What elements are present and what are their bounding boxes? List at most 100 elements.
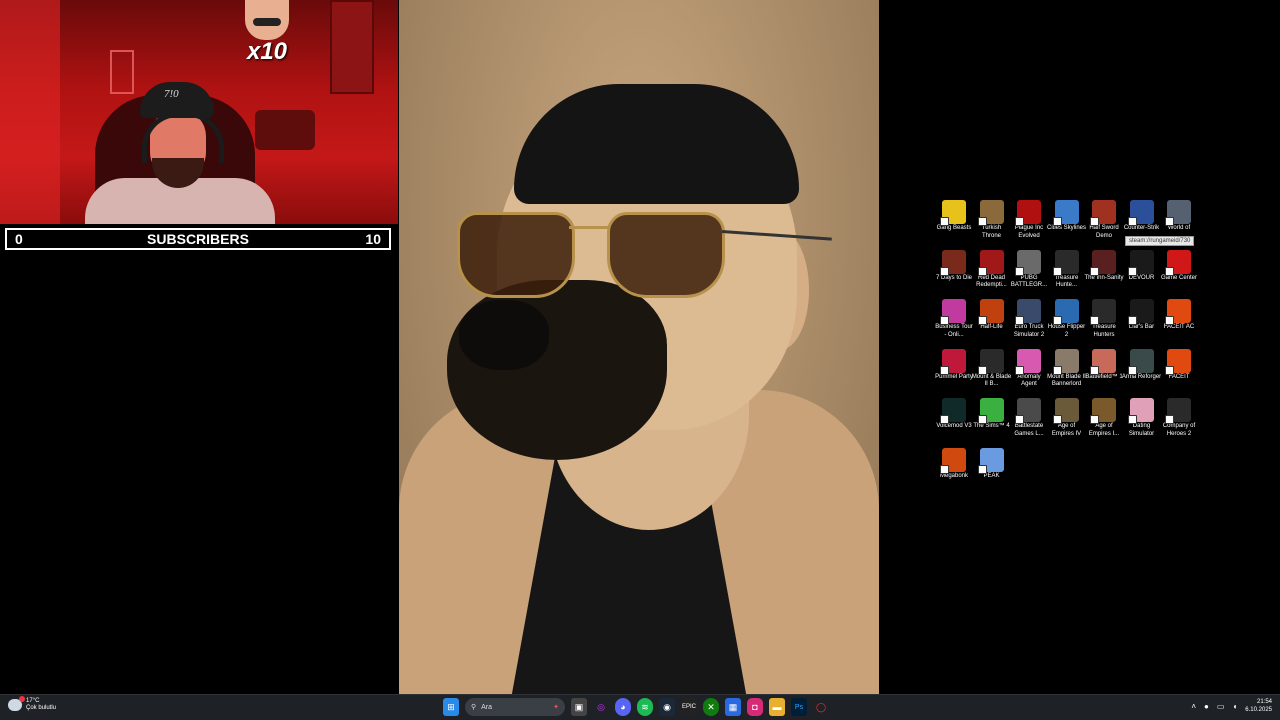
desktop-icon[interactable]: Half Sword Demo	[1084, 198, 1124, 240]
desktop-icon[interactable]: PUBG BATTLEGR...	[1009, 248, 1049, 290]
desktop-icon[interactable]: Turkish Throne	[972, 198, 1012, 240]
desktop-icon[interactable]: Megabonk	[934, 446, 974, 481]
desktop-icon[interactable]: Company of Heroes 2	[1159, 396, 1199, 438]
weather-temp: 17°C	[26, 698, 40, 704]
desktop-icon[interactable]: Business Tour - Onli...	[934, 297, 974, 339]
desktop-icon[interactable]: PEAK	[972, 446, 1012, 481]
spotify-icon[interactable]: ≋	[637, 698, 653, 716]
desktop-icon[interactable]: Euro Truck Simulator 2	[1009, 297, 1049, 339]
app-tile-icon	[1127, 299, 1154, 325]
steam-icon[interactable]: ◉	[659, 698, 675, 716]
desktop-icon-label: World of	[1167, 225, 1191, 231]
badge-text: x10	[246, 38, 288, 65]
app-tile-icon	[977, 299, 1004, 325]
sunglasses-icon	[457, 212, 832, 302]
desktop-icon[interactable]: Counter-Strik	[1122, 198, 1162, 233]
desktop-icon[interactable]: Mount & Blade II B...	[972, 347, 1012, 389]
desktop-icon[interactable]: Half-Life	[972, 297, 1012, 332]
desktop-icon-label: Arma Reforger	[1121, 373, 1162, 380]
clock[interactable]: 21:54 6.10.2025	[1245, 698, 1272, 714]
store-icon[interactable]: ▦	[725, 698, 741, 716]
photoshop-icon[interactable]: Ps	[791, 698, 807, 716]
desktop-icon[interactable]: Pummel Party	[934, 347, 974, 382]
desktop-icon[interactable]: Voicemod V3	[934, 396, 974, 431]
desktop-icon-label: PUBG BATTLEGR...	[1010, 274, 1048, 289]
desktop-icon[interactable]: Gang Beasts	[934, 198, 974, 233]
desktop-icon[interactable]: FACEIT AC	[1159, 297, 1199, 332]
app-tile-icon	[1090, 200, 1116, 226]
desktop-icon[interactable]: Dating Simulator	[1122, 396, 1162, 438]
opera-icon[interactable]: ◯	[813, 698, 829, 716]
desktop-icon[interactable]: 7 Days to Die	[934, 248, 974, 283]
streamer-cap: 7!0	[140, 82, 214, 118]
desktop-icon-label: Liar's Bar	[1128, 324, 1155, 330]
badge-face	[245, 0, 289, 40]
desktop-icon[interactable]: Age of Empires IV	[1047, 396, 1087, 438]
desktop-icon[interactable]: Treasure Hunte...	[1047, 248, 1087, 290]
folder-icon[interactable]: ▬	[769, 698, 785, 716]
desktop-icon-label: Anomaly Agent	[1017, 373, 1041, 388]
desktop-icon[interactable]: DEVOUR	[1122, 248, 1162, 283]
app-icon[interactable]: ◎	[593, 698, 609, 716]
desktop-icon-label: The Sims™ 4	[973, 423, 1010, 429]
desktop-icon[interactable]: Age of Empires I...	[1084, 396, 1124, 438]
network-icon[interactable]: ▭	[1217, 702, 1225, 711]
desktop-icon[interactable]: Liar's Bar	[1122, 297, 1162, 332]
glasses-arm	[721, 230, 832, 241]
wall-poster	[330, 0, 374, 94]
desktop-icon[interactable]: Anomaly Agent	[1009, 347, 1049, 389]
volume-icon[interactable]: ◖	[1232, 702, 1237, 711]
search-label: Ara	[481, 703, 493, 711]
task-view-icon[interactable]: ▣	[571, 698, 587, 716]
search-icon: ⚲	[471, 704, 477, 711]
chevron-up-icon[interactable]: ˄	[1191, 702, 1196, 711]
desktop-icon-label: Battlestate Games L...	[1014, 423, 1044, 437]
desktop-icon[interactable]: Arma Reforger	[1122, 347, 1162, 382]
multiplier-badge: x10	[243, 0, 291, 65]
discord-icon[interactable]: ◕	[615, 698, 631, 716]
webcam-wall	[0, 0, 60, 224]
app-tile-icon	[1052, 299, 1079, 325]
subscriber-goal-bar: 0 SUBSCRIBERS 10	[5, 228, 391, 250]
app-tile-icon	[940, 447, 966, 474]
weather-widget[interactable]: 17°C Çok bulutlu	[8, 696, 56, 712]
app-tile-icon	[977, 447, 1004, 474]
desktop-icon[interactable]: The Inn-Sanity	[1084, 248, 1124, 283]
desktop-icon-label: FACEIT	[1168, 373, 1190, 380]
search-box[interactable]: ⚲ Ara ✦	[465, 698, 565, 716]
xbox-icon[interactable]: ✕	[703, 698, 719, 716]
epic-icon[interactable]: EPIC	[681, 698, 697, 716]
desktop-icon-label: Plague Inc Evolved	[1014, 225, 1044, 239]
desktop-icon-label: Counter-Strik	[1123, 225, 1160, 231]
mic-icon[interactable]: ●	[1204, 702, 1209, 711]
desktop-icon[interactable]: Battlestate Games L...	[1009, 396, 1049, 438]
start-icon[interactable]: ⊞	[443, 698, 459, 716]
desktop-icon[interactable]: FACEIT	[1159, 347, 1199, 382]
desktop-icon[interactable]: World of	[1159, 198, 1199, 233]
desktop-icon[interactable]: The Sims™ 4	[972, 396, 1012, 431]
app-tile-icon	[1052, 200, 1079, 226]
glasses-bridge	[569, 226, 609, 229]
desktop-icon-label: Battlefield™ 1	[1085, 373, 1123, 380]
app-tile-icon	[1052, 398, 1079, 424]
app-tile-icon	[1090, 398, 1116, 424]
desktop-icon[interactable]: Treasure Hunters	[1084, 297, 1124, 339]
desktop-icon[interactable]: House Flipper 2	[1047, 297, 1087, 339]
desktop-icon-label: House Flipper 2	[1047, 324, 1086, 338]
shelf	[255, 110, 315, 150]
desktop-icon[interactable]: Cities Skylines	[1047, 198, 1087, 233]
desktop-icon-label: Age of Empires I...	[1088, 423, 1120, 437]
cap-text: 7!0	[164, 88, 179, 100]
app-tile-icon	[940, 249, 966, 276]
desktop-icon[interactable]: Battlefield™ 1	[1084, 347, 1124, 382]
instagram-icon[interactable]: ◘	[747, 698, 763, 716]
desktop-icon[interactable]: Game Center	[1159, 248, 1199, 283]
app-tile-icon	[1015, 398, 1041, 424]
desktop-icon[interactable]: Red Dead Redempti...	[972, 248, 1012, 290]
desktop-icon-label: Treasure Hunters	[1092, 324, 1116, 338]
desktop-icon-label: Euro Truck Simulator 2	[1013, 324, 1045, 338]
desktop-icon[interactable]: Plague Inc Evolved	[1009, 198, 1049, 240]
app-tile-icon	[1015, 299, 1041, 325]
desktop-icon-label: Company of Heroes 2	[1162, 423, 1196, 437]
desktop-icon[interactable]: Mount Blade II Bannerlord	[1047, 347, 1087, 389]
